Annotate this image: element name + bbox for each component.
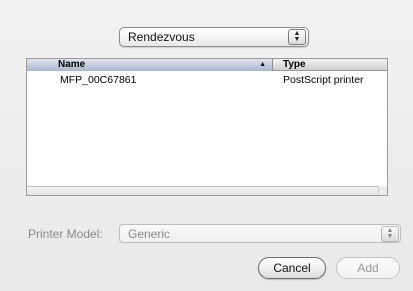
horizontal-scrollbar[interactable] bbox=[27, 186, 387, 195]
table-row[interactable]: MFP_00C67861 PostScript printer bbox=[27, 73, 387, 87]
column-header-type[interactable]: Type bbox=[283, 59, 306, 71]
printer-type: PostScript printer bbox=[283, 74, 364, 86]
printer-model-label: Printer Model: bbox=[28, 227, 103, 241]
resize-corner bbox=[378, 186, 387, 195]
popup-arrows-icon: ▲ ▼ bbox=[381, 226, 399, 242]
add-button[interactable]: Add bbox=[336, 257, 400, 279]
column-header-name[interactable]: Name ▲ bbox=[27, 59, 273, 71]
printer-model-popup[interactable]: Generic ▲ ▼ bbox=[119, 224, 401, 243]
connection-type-popup[interactable]: Rendezvous ▲ ▼ bbox=[119, 27, 309, 47]
printer-model-value: Generic bbox=[128, 227, 171, 241]
connection-type-value: Rendezvous bbox=[128, 30, 195, 44]
table-header: Name ▲ Type bbox=[27, 59, 387, 71]
column-header-name-label: Name bbox=[58, 59, 86, 70]
popup-arrows-icon: ▲ ▼ bbox=[288, 29, 306, 45]
cancel-button[interactable]: Cancel bbox=[258, 257, 326, 279]
printer-list[interactable]: Name ▲ Type MFP_00C67861 PostScript print… bbox=[26, 58, 388, 196]
printer-name: MFP_00C67861 bbox=[60, 74, 137, 86]
sort-ascending-icon: ▲ bbox=[259, 61, 266, 68]
add-printer-sheet: Rendezvous ▲ ▼ Name ▲ Type MFP_00C67861 Po… bbox=[0, 0, 413, 291]
